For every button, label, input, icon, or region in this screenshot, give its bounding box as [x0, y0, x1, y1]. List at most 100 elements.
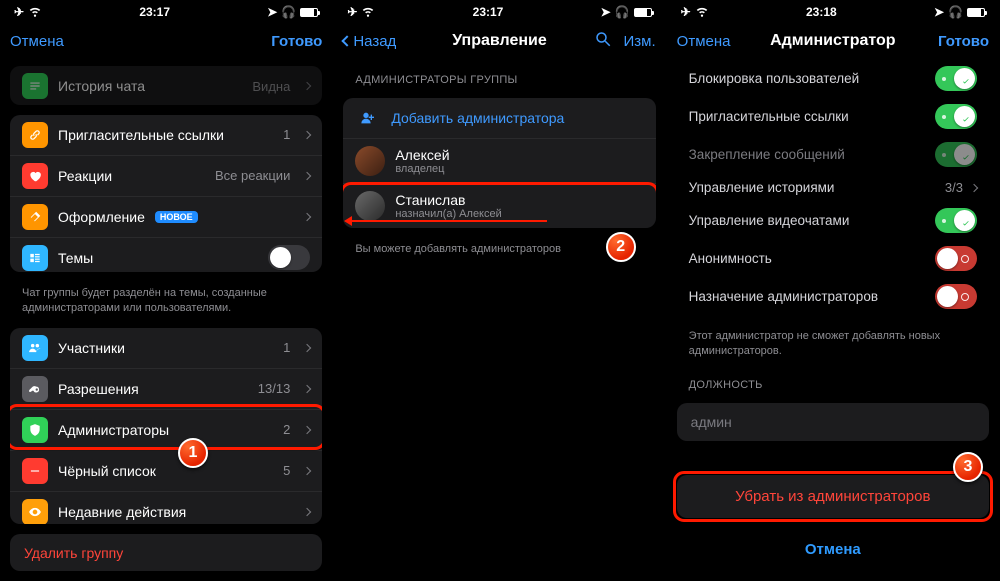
topics-label: Темы — [58, 250, 258, 266]
battery-icon — [300, 8, 318, 17]
navbar: Отмена Администратор Готово — [667, 22, 999, 60]
recent-label: Недавние действия — [58, 504, 290, 520]
edit-button[interactable]: Изм. — [624, 30, 656, 52]
chevron-right-icon — [303, 466, 311, 474]
toggle-anon[interactable] — [935, 246, 977, 271]
blacklist-value: 5 — [283, 463, 290, 478]
cell-reactions[interactable]: Реакции Все реакции — [10, 155, 322, 196]
airplane-icon: ✈︎ — [347, 5, 357, 19]
admin-role: владелец — [395, 163, 449, 175]
back-label: Назад — [353, 33, 396, 50]
cancel-button-big[interactable]: Отмена — [677, 528, 989, 571]
permissions-footer: Этот администратор не сможет добавлять н… — [677, 325, 989, 361]
perm-invite-links: Пригласительные ссылки — [677, 97, 989, 135]
admin-assigned-by: назначил(а) Алексей — [395, 208, 501, 220]
cancel-button[interactable]: Отмена — [677, 33, 731, 50]
location-icon: ➤ — [934, 5, 944, 19]
section-header-role: ДОЛЖНОСТЬ — [677, 371, 989, 393]
chevron-right-icon — [303, 384, 311, 392]
toggle-pin[interactable] — [935, 142, 977, 167]
perm-pin-messages: Закрепление сообщений — [677, 135, 989, 173]
admin-row-owner[interactable]: Алексей владелец — [343, 138, 655, 183]
admin-name: Алексей — [395, 147, 449, 163]
admins-label: Администраторы — [58, 422, 273, 438]
page-title: Управление — [413, 32, 585, 50]
cell-history[interactable]: История чата Видна — [10, 66, 322, 105]
cell-blacklist[interactable]: Чёрный список 5 — [10, 450, 322, 491]
minus-icon — [22, 458, 48, 484]
add-admin-button[interactable]: Добавить администратора — [343, 98, 655, 138]
cell-admins[interactable]: Администраторы 2 — [10, 409, 322, 450]
admin-row-stanislav[interactable]: Станислав назначил(а) Алексей — [343, 183, 655, 228]
perm-label: Анонимность — [689, 251, 772, 266]
appearance-label: Оформление — [58, 209, 145, 225]
cell-permissions[interactable]: Разрешения 13/13 — [10, 368, 322, 409]
status-bar: ✈︎ 23:17 ➤ 🎧 — [333, 0, 665, 22]
group-role: админ — [677, 403, 989, 441]
toggle-video[interactable] — [935, 208, 977, 233]
done-button[interactable]: Готово — [938, 33, 989, 50]
toggle-promote[interactable] — [935, 284, 977, 309]
wifi-icon — [28, 4, 42, 21]
airplane-icon: ✈︎ — [681, 5, 691, 19]
group-members: Участники 1 Разрешения 13/13 Администрат… — [10, 328, 322, 525]
invite-label: Пригласительные ссылки — [58, 127, 273, 143]
remove-admin-button[interactable]: Убрать из администраторов — [677, 475, 989, 518]
chevron-right-icon — [303, 130, 311, 138]
chevron-right-icon — [303, 507, 311, 515]
perm-anonymous: Анонимность — [677, 239, 989, 277]
perm-label: Управление историями — [689, 180, 835, 195]
toggle-block[interactable] — [935, 66, 977, 91]
screen-admin-rights: ✈︎ 23:18 ➤ 🎧 Отмена Администратор Готово… — [667, 0, 1000, 581]
members-label: Участники — [58, 340, 273, 356]
cell-members[interactable]: Участники 1 — [10, 328, 322, 368]
status-bar: ✈︎ 23:17 ➤ 🎧 — [0, 0, 332, 22]
cell-appearance[interactable]: Оформление НОВОЕ — [10, 196, 322, 237]
chevron-right-icon — [970, 183, 978, 191]
history-label: История чата — [58, 78, 242, 94]
group-chat-settings: История чата Видна — [10, 66, 322, 105]
done-button[interactable]: Готово — [271, 33, 322, 50]
eye-icon — [22, 499, 48, 525]
people-icon — [22, 335, 48, 361]
back-button[interactable]: Назад — [343, 33, 396, 50]
link-icon — [22, 122, 48, 148]
perm-label: Назначение администраторов — [689, 289, 878, 304]
reactions-label: Реакции — [58, 168, 205, 184]
cell-invite-links[interactable]: Пригласительные ссылки 1 — [10, 115, 322, 155]
avatar — [355, 146, 385, 176]
search-button[interactable] — [594, 30, 612, 52]
group-appearance: Пригласительные ссылки 1 Реакции Все реа… — [10, 115, 322, 272]
toggle-invite[interactable] — [935, 104, 977, 129]
wifi-icon — [361, 4, 375, 21]
shield-icon — [22, 417, 48, 443]
location-icon: ➤ — [601, 5, 611, 19]
admins-footer: Вы можете добавлять администраторов — [343, 238, 655, 259]
cell-topics[interactable]: Темы — [10, 237, 322, 272]
topics-icon — [22, 245, 48, 271]
perm-label: Пригласительные ссылки — [689, 109, 849, 124]
chevron-left-icon — [342, 35, 353, 46]
chevron-right-icon — [303, 82, 311, 90]
status-time: 23:17 — [139, 5, 170, 19]
cell-recent-actions[interactable]: Недавние действия — [10, 491, 322, 525]
status-time: 23:18 — [806, 5, 837, 19]
perm-videochat: Управление видеочатами — [677, 201, 989, 239]
search-icon — [594, 30, 612, 48]
remove-admin-wrap: Убрать из администраторов — [677, 475, 989, 518]
permissions-label: Разрешения — [58, 381, 248, 397]
cancel-button[interactable]: Отмена — [10, 33, 64, 50]
location-icon: ➤ — [267, 5, 277, 19]
reactions-value: Все реакции — [215, 168, 290, 183]
role-input[interactable]: админ — [677, 403, 989, 441]
key-icon — [22, 376, 48, 402]
perm-stories[interactable]: Управление историями 3/3 — [677, 173, 989, 201]
topics-footer: Чат группы будет разделён на темы, созда… — [10, 282, 322, 318]
members-value: 1 — [283, 340, 290, 355]
delete-group-button[interactable]: Удалить группу — [10, 534, 322, 571]
navbar: Назад Управление Изм. — [333, 22, 665, 60]
permissions-value: 13/13 — [258, 381, 291, 396]
topics-toggle[interactable] — [268, 245, 310, 270]
add-admin-label: Добавить администратора — [391, 110, 643, 126]
chevron-right-icon — [303, 212, 311, 220]
